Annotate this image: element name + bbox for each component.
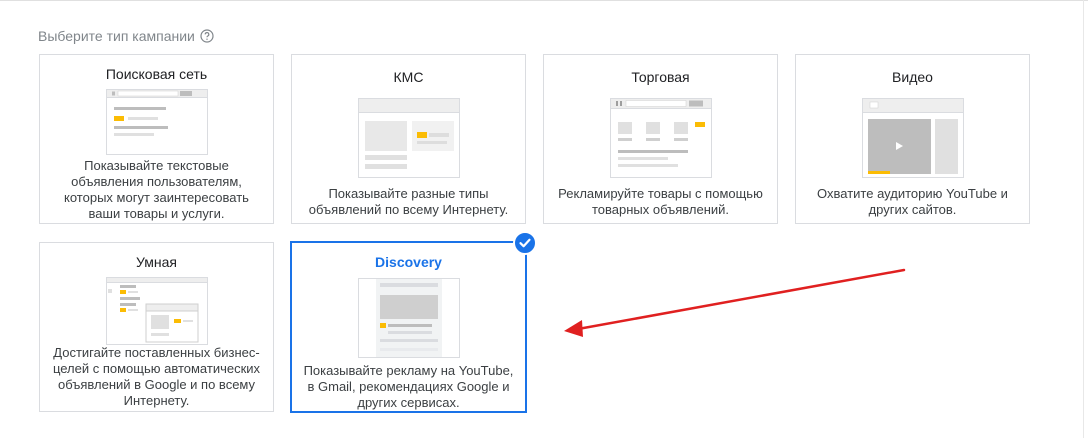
card-description: Показывайте разные типы объявлений по вс…: [308, 186, 509, 217]
card-description: Охватите аудиторию YouTube и других сайт…: [817, 186, 1008, 217]
discovery-illustration-icon: [357, 278, 460, 358]
right-divider: [1083, 0, 1084, 438]
video-illustration-icon: [861, 98, 964, 178]
section-heading: Выберите тип кампании: [38, 28, 214, 44]
smart-illustration-icon: [105, 277, 208, 345]
campaign-card-search[interactable]: Поисковая сеть Показывайте текстовые объ…: [39, 54, 274, 224]
card-description: Показывайте текстовые объявления пользов…: [64, 158, 249, 221]
help-icon[interactable]: [200, 29, 214, 43]
card-title: Видео: [892, 69, 933, 85]
campaign-card-display[interactable]: КМС Показывайте разные типы объявлений п…: [291, 54, 526, 224]
card-description: Достигайте поставленных бизнес-целей с п…: [52, 345, 261, 408]
card-title: Discovery: [375, 254, 442, 270]
campaign-card-shopping[interactable]: Торговая Рекламируйте товары с помощью т…: [543, 54, 778, 224]
card-description: Рекламируйте товары с помощью товарных о…: [558, 186, 763, 217]
search-illustration-icon: [105, 89, 208, 155]
selected-check-icon: [513, 231, 537, 255]
display-illustration-icon: [357, 98, 460, 178]
card-title: Торговая: [631, 69, 690, 85]
card-description: Показывайте рекламу на YouTube, в Gmail,…: [303, 363, 514, 410]
heading-label: Выберите тип кампании: [38, 28, 195, 44]
campaign-card-smart[interactable]: Умная Достигайте поставленных бизнес-цел…: [39, 242, 274, 412]
campaign-card-discovery[interactable]: Discovery Показывайте рекламу на YouTube…: [290, 231, 537, 413]
card-title: КМС: [393, 69, 424, 85]
card-title: Умная: [136, 254, 177, 270]
shopping-illustration-icon: [609, 98, 712, 178]
card-title: Поисковая сеть: [105, 66, 208, 82]
campaign-card-video[interactable]: Видео Охватите аудиторию YouTube и други…: [795, 54, 1030, 224]
